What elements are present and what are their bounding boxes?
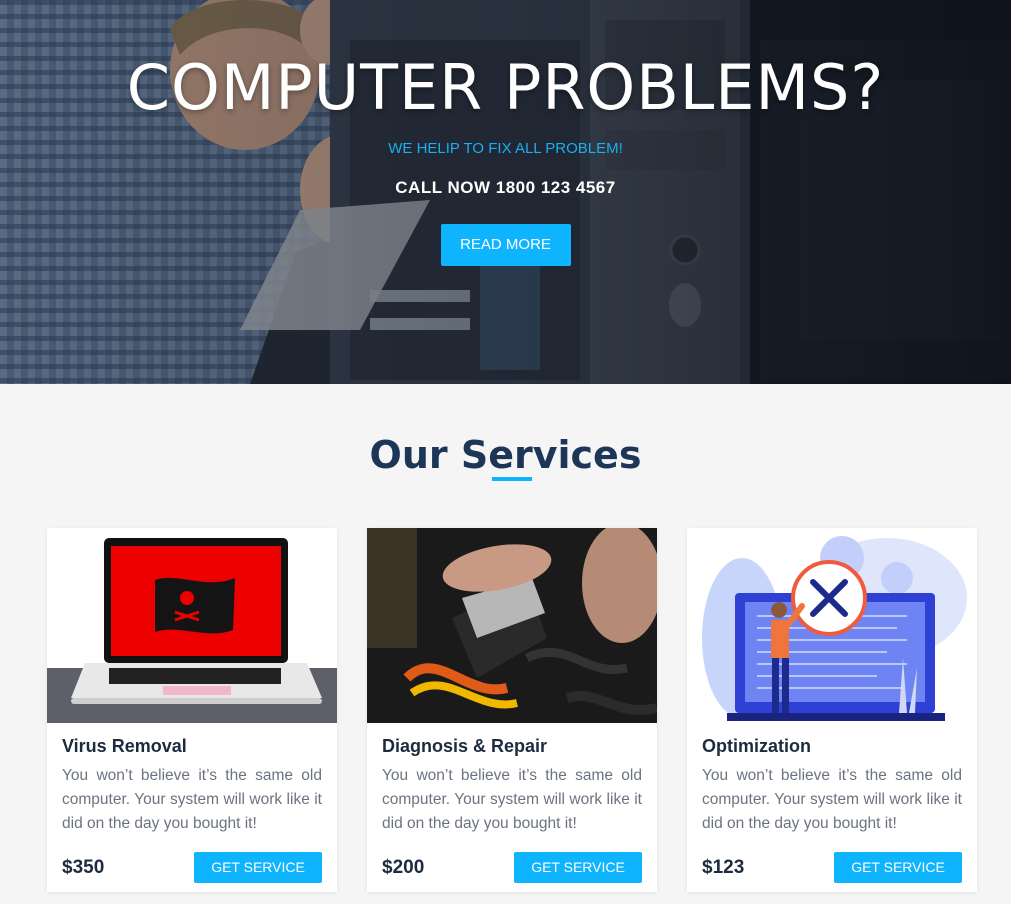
get-service-button[interactable]: GET SERVICE bbox=[514, 852, 642, 883]
hard-drive-repair-image bbox=[367, 528, 657, 723]
service-price: $123 bbox=[702, 857, 745, 878]
read-more-button[interactable]: READ MORE bbox=[440, 224, 571, 266]
service-name: Diagnosis & Repair bbox=[382, 736, 548, 756]
service-description: You won’t believe it’s the same old comp… bbox=[702, 767, 962, 832]
hero-call-number: CALL NOW 1800 123 4567 bbox=[395, 178, 616, 197]
hacked-laptop-image bbox=[47, 528, 337, 723]
service-card-virus-removal: Virus Removal You won’t believe it’s the… bbox=[47, 528, 337, 892]
get-service-button[interactable]: GET SERVICE bbox=[194, 852, 322, 883]
service-card-optimization: Optimization You won’t believe it’s the … bbox=[687, 528, 977, 892]
hero-content: COMPUTER PROBLEMS? WE HELIP TO FIX ALL P… bbox=[0, 0, 1011, 266]
get-service-button[interactable]: GET SERVICE bbox=[834, 852, 962, 883]
service-price: $350 bbox=[62, 857, 105, 878]
hero-title: COMPUTER PROBLEMS? bbox=[126, 51, 885, 124]
service-name: Virus Removal bbox=[62, 736, 187, 756]
service-name: Optimization bbox=[702, 736, 811, 756]
hero-banner: COMPUTER PROBLEMS? WE HELIP TO FIX ALL P… bbox=[0, 0, 1011, 384]
service-description: You won’t believe it’s the same old comp… bbox=[382, 767, 642, 832]
optimization-illustration-image bbox=[687, 528, 977, 723]
service-description: You won’t believe it’s the same old comp… bbox=[62, 767, 322, 832]
service-price: $200 bbox=[382, 857, 425, 878]
hero-subtitle: WE HELIP TO FIX ALL PROBLEM! bbox=[388, 140, 623, 157]
title-underline bbox=[492, 477, 532, 481]
services-title: Our Services bbox=[369, 433, 642, 477]
service-card-diagnosis-repair: Diagnosis & Repair You won’t believe it’… bbox=[367, 528, 657, 892]
